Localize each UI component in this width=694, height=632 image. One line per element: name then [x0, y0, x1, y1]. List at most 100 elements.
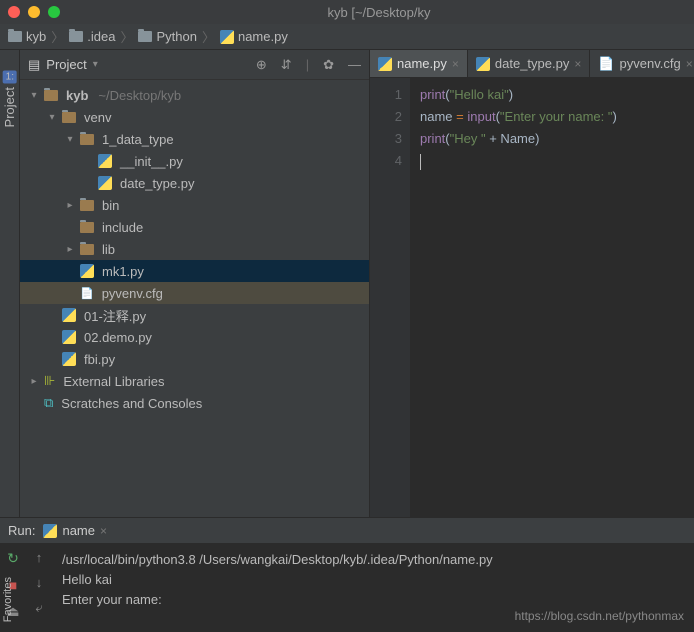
run-output[interactable]: /usr/local/bin/python3.8 /Users/wangkai/…	[52, 544, 694, 632]
main-area: Project 1: ▤ Project ▾ ⊕ ⇵ | ✿ — ▾kyb~/D…	[0, 50, 694, 517]
editor-tab[interactable]: date_type.py ×	[468, 50, 590, 77]
python-icon	[98, 176, 112, 190]
tree-row[interactable]: ▸ ⊪ External Libraries	[20, 370, 369, 392]
run-tab[interactable]: name ×	[43, 523, 107, 538]
library-icon: ⊪	[44, 373, 55, 389]
python-icon	[62, 330, 76, 344]
run-label: Run:	[8, 523, 35, 538]
maximize-window-button[interactable]	[48, 6, 60, 18]
python-icon	[43, 524, 57, 538]
expand-arrow-icon[interactable]: ▾	[28, 90, 40, 101]
folder-icon	[80, 222, 94, 233]
up-arrow-icon[interactable]: ↑	[36, 550, 43, 565]
breadcrumb-item[interactable]: Python	[138, 29, 196, 44]
collapse-all-icon[interactable]: ⇵	[281, 57, 292, 73]
chevron-right-icon: 〉	[202, 27, 215, 46]
folder-icon	[44, 90, 58, 101]
text-cursor	[420, 154, 421, 170]
folder-icon	[69, 31, 83, 42]
close-tab-icon[interactable]: ×	[574, 57, 581, 71]
target-icon[interactable]: ⊕	[256, 57, 267, 73]
tree-row[interactable]: 📄pyvenv.cfg	[20, 282, 369, 304]
project-tree[interactable]: ▾kyb~/Desktop/kyb▾venv▾1_data_type__init…	[20, 80, 369, 517]
close-tab-icon[interactable]: ×	[452, 57, 459, 71]
scratch-icon: ⧉	[44, 395, 53, 411]
tree-item-label: 1_data_type	[102, 132, 174, 147]
run-panel: Run: name × ↻ ■ ⏏ ↑ ↓ ⤶ /usr/local/bin/p…	[0, 517, 694, 632]
tree-row[interactable]: ⧉ Scratches and Consoles	[20, 392, 369, 414]
window-title: kyb [~/Desktop/ky	[72, 5, 686, 20]
folder-icon	[8, 31, 22, 42]
tree-row[interactable]: ▾kyb~/Desktop/kyb	[20, 84, 369, 106]
close-tab-icon[interactable]: ×	[686, 57, 693, 71]
close-window-button[interactable]	[8, 6, 20, 18]
file-icon: 📄	[598, 56, 614, 72]
editor-panel: name.py × date_type.py × 📄 pyvenv.cfg × …	[370, 50, 694, 517]
tree-item-label: 02.demo.py	[84, 330, 152, 345]
titlebar: kyb [~/Desktop/ky	[0, 0, 694, 24]
rerun-icon[interactable]: ↻	[7, 550, 19, 567]
folder-icon	[138, 31, 152, 42]
expand-arrow-icon[interactable]: ▸	[64, 200, 76, 211]
editor-tab[interactable]: name.py ×	[370, 50, 468, 77]
run-header: Run: name ×	[0, 518, 694, 544]
minimize-window-button[interactable]	[28, 6, 40, 18]
run-body: ↻ ■ ⏏ ↑ ↓ ⤶ /usr/local/bin/python3.8 /Us…	[0, 544, 694, 632]
tree-row[interactable]: date_type.py	[20, 172, 369, 194]
tool-tab-label: Project	[2, 87, 17, 127]
down-arrow-icon[interactable]: ↓	[36, 575, 43, 590]
gear-icon[interactable]: ✿	[323, 57, 334, 73]
hide-icon[interactable]: —	[348, 57, 361, 73]
tree-item-label: Scratches and Consoles	[61, 396, 202, 411]
tree-item-label: pyvenv.cfg	[102, 286, 163, 301]
code-area[interactable]: print("Hello kai") name = input("Enter y…	[410, 78, 694, 517]
tree-row[interactable]: 01-注释.py	[20, 304, 369, 326]
expand-arrow-icon[interactable]: ▾	[46, 112, 58, 123]
tree-row[interactable]: mk1.py	[20, 260, 369, 282]
python-icon	[220, 30, 234, 44]
tree-item-label: date_type.py	[120, 176, 194, 191]
tree-item-label: 01-注释.py	[84, 306, 146, 325]
favorites-tool-tab[interactable]: Favorites	[2, 577, 14, 622]
tree-row[interactable]: ▾ venv	[20, 106, 369, 128]
project-icon: ▤	[28, 57, 40, 73]
python-icon	[62, 352, 76, 366]
tree-item-label: __init__.py	[120, 154, 183, 169]
output-line: Hello kai	[62, 570, 684, 590]
wrap-icon[interactable]: ⤶	[35, 600, 42, 616]
editor-tab[interactable]: 📄 pyvenv.cfg ×	[590, 50, 694, 77]
tree-row[interactable]: 02.demo.py	[20, 326, 369, 348]
editor-tabs: name.py × date_type.py × 📄 pyvenv.cfg ×	[370, 50, 694, 78]
expand-arrow-icon[interactable]: ▸	[28, 376, 40, 387]
tree-item-label: External Libraries	[63, 374, 164, 389]
tree-row[interactable]: fbi.py	[20, 348, 369, 370]
tree-item-label: kyb	[66, 88, 88, 103]
tree-item-label: venv	[84, 110, 111, 125]
tree-row[interactable]: ▾ 1_data_type	[20, 128, 369, 150]
project-tool-tab[interactable]: Project 1:	[2, 70, 17, 127]
folder-icon	[80, 200, 94, 211]
editor-body[interactable]: 1 2 3 4 print("Hello kai") name = input(…	[370, 78, 694, 517]
tool-tab-number: 1:	[2, 70, 16, 83]
project-panel-title[interactable]: ▤ Project ▾	[28, 57, 98, 73]
python-icon	[80, 264, 94, 278]
left-tool-gutter: Project 1:	[0, 50, 20, 517]
tree-row[interactable]: __init__.py	[20, 150, 369, 172]
expand-arrow-icon[interactable]: ▾	[64, 134, 76, 145]
python-icon	[476, 57, 490, 71]
tree-row[interactable]: ▸bin	[20, 194, 369, 216]
breadcrumb-item[interactable]: name.py	[220, 29, 288, 44]
tree-item-label: mk1.py	[102, 264, 144, 279]
breadcrumb-item[interactable]: kyb	[8, 29, 46, 44]
tree-item-label: include	[102, 220, 143, 235]
expand-arrow-icon[interactable]: ▸	[64, 244, 76, 255]
close-tab-icon[interactable]: ×	[100, 524, 107, 538]
python-icon	[98, 154, 112, 168]
tree-row[interactable]: include	[20, 216, 369, 238]
run-toolbar-secondary: ↑ ↓ ⤶	[26, 544, 52, 632]
breadcrumb: kyb 〉 .idea 〉 Python 〉 name.py	[0, 24, 694, 50]
project-panel: ▤ Project ▾ ⊕ ⇵ | ✿ — ▾kyb~/Desktop/kyb▾…	[20, 50, 370, 517]
tree-row[interactable]: ▸lib	[20, 238, 369, 260]
breadcrumb-item[interactable]: .idea	[69, 29, 115, 44]
chevron-right-icon: 〉	[120, 27, 133, 46]
